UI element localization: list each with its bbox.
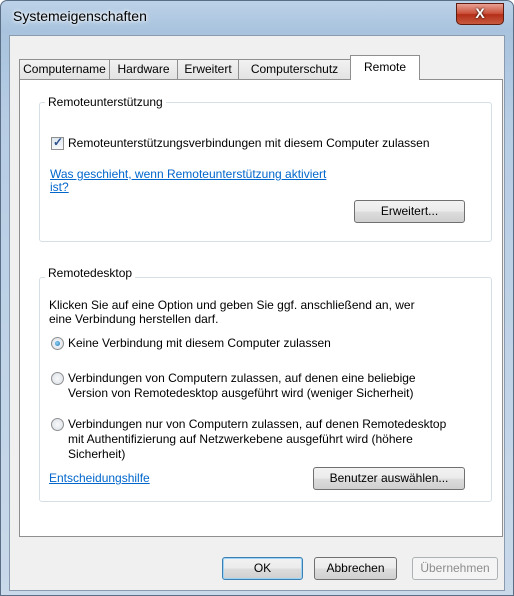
checkbox-checked-icon: ✓: [53, 135, 64, 149]
remote-desktop-group-title: Remotedesktop: [45, 266, 136, 280]
select-users-button[interactable]: Benutzer auswählen...: [313, 467, 465, 490]
remote-desktop-intro-line1: Klicken Sie auf eine Option und geben Si…: [49, 298, 415, 312]
close-icon: X: [475, 5, 485, 21]
remote-assistance-checkbox[interactable]: ✓: [51, 135, 64, 150]
cancel-button[interactable]: Abbrechen: [314, 557, 397, 580]
radio-no-connection[interactable]: [51, 337, 64, 350]
radio-nla-only[interactable]: [51, 418, 64, 431]
remote-assistance-help-link-line1[interactable]: Was geschieht, wenn Remoteunterstützung …: [50, 167, 326, 181]
remote-assistance-help-link-line2[interactable]: ist?: [50, 180, 69, 194]
remote-desktop-intro-line2: eine Verbindung herstellen darf.: [49, 312, 219, 326]
tab-computername[interactable]: Computername: [19, 59, 110, 79]
radio-any-version[interactable]: [51, 372, 64, 385]
decision-help-link[interactable]: Entscheidungshilfe: [49, 471, 150, 485]
radio-nla-only-label-line2[interactable]: mit Authentifizierung auf Netzwerkebene …: [68, 432, 413, 446]
tab-hardware[interactable]: Hardware: [109, 59, 178, 79]
apply-button[interactable]: Übernehmen: [412, 557, 498, 580]
remote-assistance-checkbox-label[interactable]: Remoteunterstützungsverbindungen mit die…: [68, 136, 430, 150]
remote-assistance-group-title: Remoteunterstützung: [45, 95, 166, 109]
radio-any-version-label-line2[interactable]: Version von Remotedesktop ausgeführt wir…: [68, 386, 414, 400]
radio-any-version-label-line1[interactable]: Verbindungen von Computern zulassen, auf…: [68, 371, 416, 385]
radio-nla-only-label-line1[interactable]: Verbindungen nur von Computern zulassen,…: [68, 417, 446, 431]
radio-no-connection-label[interactable]: Keine Verbindung mit diesem Computer zul…: [68, 336, 331, 350]
close-button[interactable]: X: [456, 3, 504, 25]
advanced-button[interactable]: Erweitert...: [354, 200, 465, 223]
tab-remote[interactable]: Remote: [350, 55, 420, 80]
radio-nla-only-label-line3[interactable]: Sicherheit): [68, 447, 125, 461]
tab-erweitert[interactable]: Erweitert: [177, 59, 239, 79]
radio-selected-icon: [55, 341, 60, 346]
window-title: Systemeigenschaften: [13, 8, 147, 24]
tab-computerschutz[interactable]: Computerschutz: [238, 59, 351, 79]
title-bar[interactable]: Systemeigenschaften X: [1, 1, 513, 35]
ok-button[interactable]: OK: [222, 557, 303, 580]
